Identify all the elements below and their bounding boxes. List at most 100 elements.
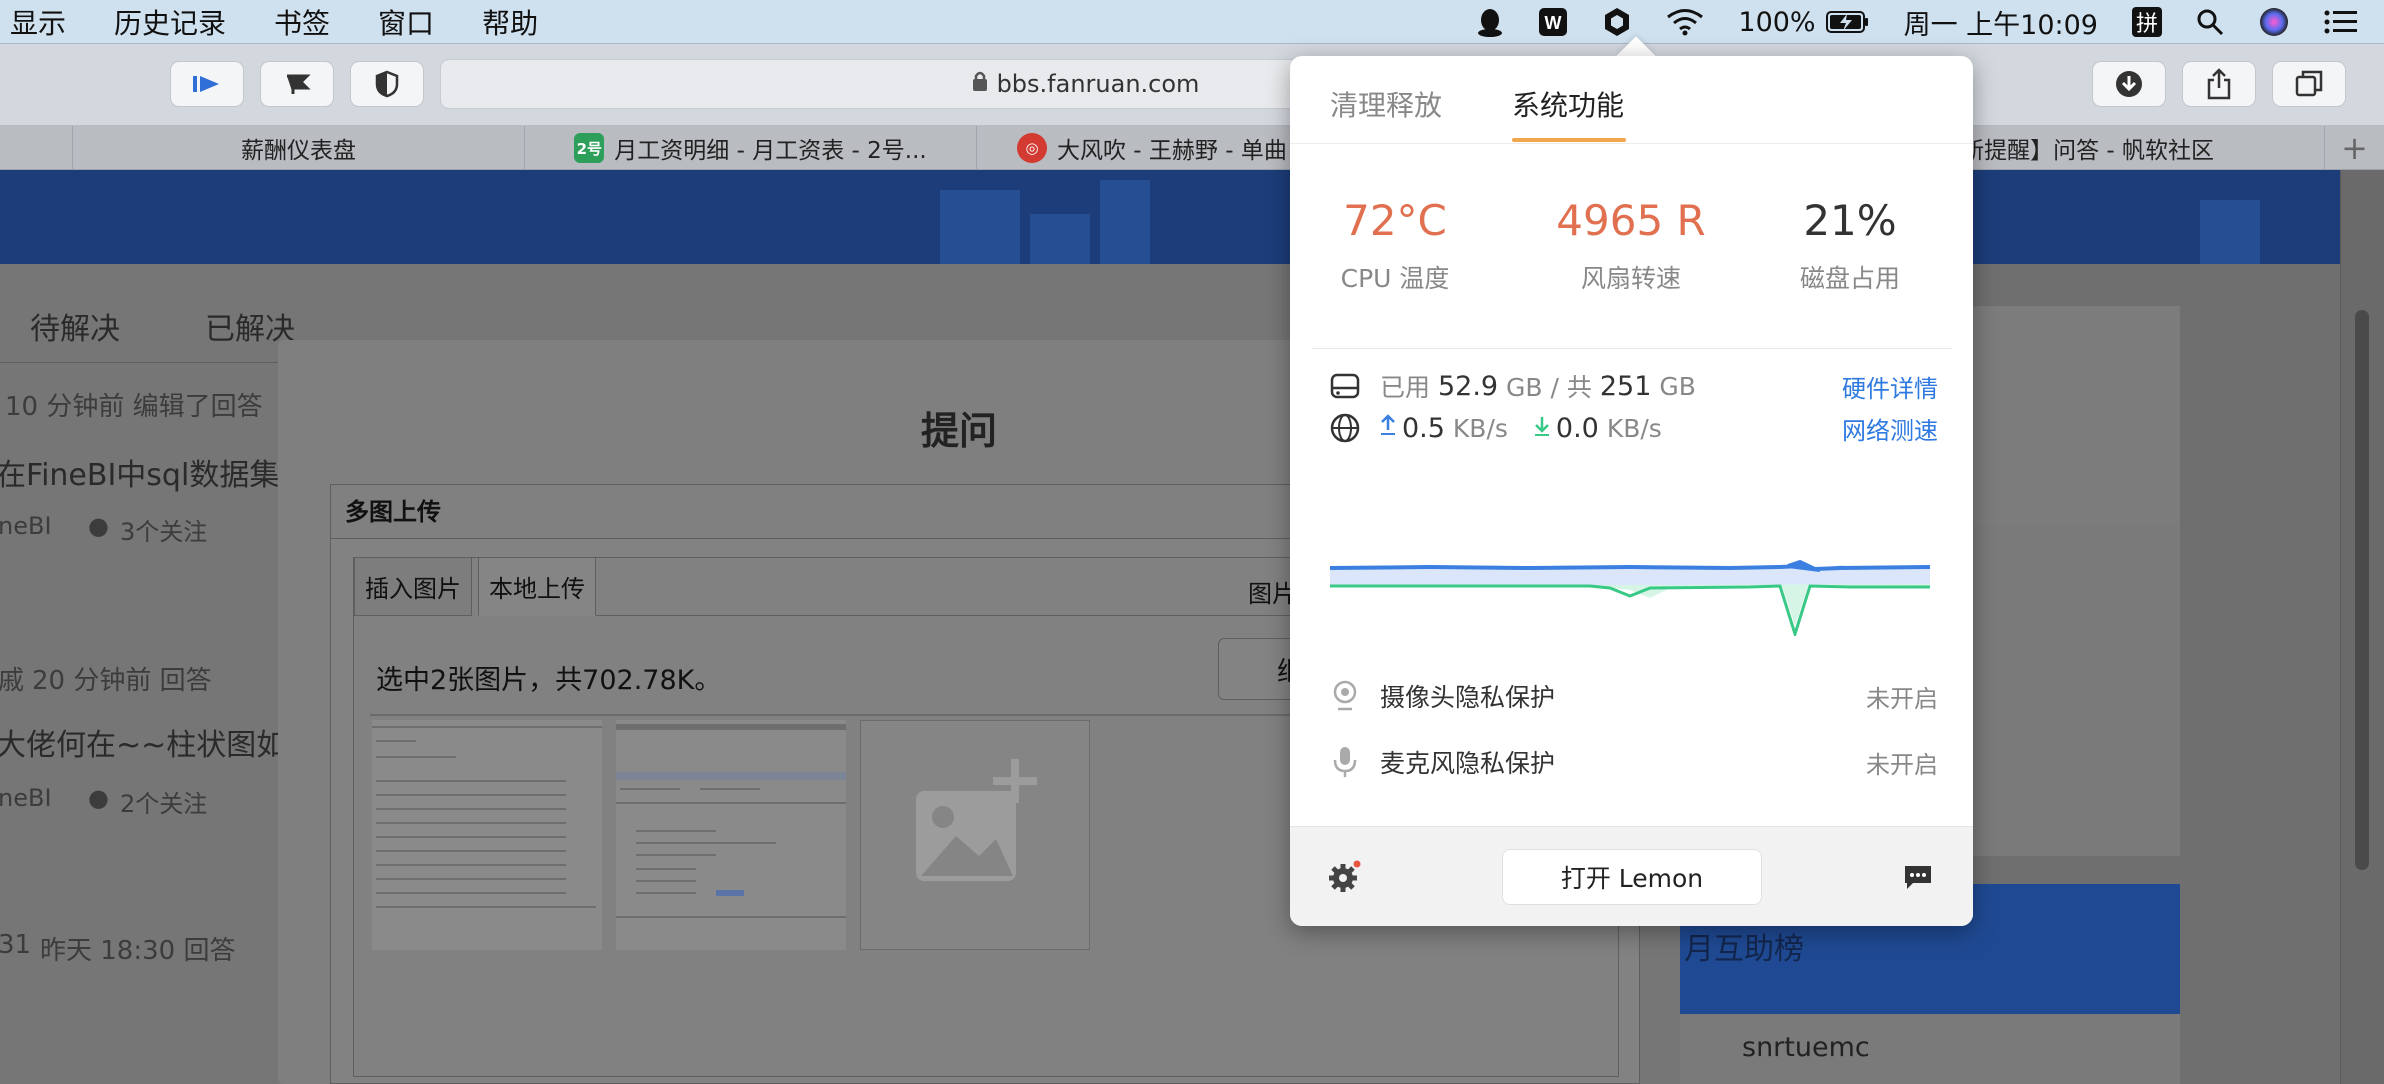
upload-summary: 选中2张图片，共702.78K。 <box>376 665 722 696</box>
browser-toolbar: bbs.fanruan.com <box>0 44 2384 126</box>
rank-list: snrtuemc <box>1680 1014 2180 1084</box>
download-speed: 0.0 <box>1555 412 1599 444</box>
wifi-icon[interactable] <box>1666 8 1704 36</box>
tab-monthly-salary[interactable]: 2号 月工资明细 - 月工资表 - 2号... <box>524 126 976 170</box>
uploaded-image-thumb[interactable] <box>616 720 846 950</box>
webcam-icon <box>1328 679 1362 713</box>
fan-speed-stat: 4965 R 风扇转速 <box>1531 196 1731 295</box>
menu-window[interactable]: 窗口 <box>378 2 434 42</box>
rank-user[interactable]: snrtuemc <box>1742 1032 1870 1063</box>
globe-icon <box>1328 411 1362 445</box>
cpu-temp-label: CPU 温度 <box>1340 264 1450 293</box>
wps-icon[interactable]: W <box>1538 7 1568 37</box>
settings-gear-icon[interactable] <box>1328 859 1362 897</box>
cpu-temp-value: 72°C <box>1343 196 1447 245</box>
lemon-tabs: 清理释放 系统功能 <box>1290 56 1973 144</box>
lemon-icon[interactable] <box>1602 6 1632 38</box>
fan-speed-label: 风扇转速 <box>1580 264 1681 293</box>
clock[interactable]: 周一 上午10:09 <box>1904 3 2098 42</box>
url-text: bbs.fanruan.com <box>996 70 1200 98</box>
user-icon: ● <box>88 784 109 812</box>
camera-privacy-row[interactable]: 摄像头隐私保护 未开启 <box>1328 674 1938 718</box>
site-banner <box>0 170 2340 264</box>
downloads-button[interactable] <box>2092 61 2166 107</box>
scrollbar-thumb[interactable] <box>2355 310 2369 870</box>
menu-history[interactable]: 历史记录 <box>114 2 226 42</box>
open-lemon-button[interactable]: 打开 Lemon <box>1502 849 1762 905</box>
lemon-footer: 打开 Lemon <box>1290 826 1973 926</box>
upload-speed: 0.5 <box>1402 412 1445 444</box>
download-icon <box>2116 71 2142 97</box>
network-speedtest-link[interactable]: 网络测速 <box>1842 411 1938 446</box>
tab-system-functions[interactable]: 系统功能 <box>1512 84 1624 124</box>
add-image-placeholder[interactable] <box>860 720 1090 950</box>
menu-bar: 显示 历史记录 书签 窗口 帮助 W 100% 周一 上午10:09 拼 <box>0 0 2384 44</box>
post-meta: 10 分钟前 编辑了回答 <box>5 392 263 422</box>
hard-drive-icon <box>1328 369 1362 403</box>
disk-row: 已用 52.9 GB / 共 251 GB 硬件详情 <box>1328 366 1938 406</box>
fan-speed-value: 4965 R <box>1556 196 1706 245</box>
post-title[interactable]: 大佬何在~~柱状图如何 <box>0 720 316 764</box>
tab-overview-button[interactable] <box>2272 61 2346 107</box>
input-method-icon[interactable]: 拼 <box>2132 7 2162 37</box>
hardware-details-link[interactable]: 硬件详情 <box>1842 369 1938 404</box>
menu-extras: W 100% 周一 上午10:09 拼 <box>1476 0 2384 44</box>
mic-privacy-row[interactable]: 麦克风隐私保护 未开启 <box>1328 740 1938 784</box>
uploaded-image-thumb[interactable] <box>372 720 602 950</box>
image-label: 图片 <box>1248 580 1296 608</box>
battery-percent: 100% <box>1738 6 1816 38</box>
post-title[interactable]: 在FineBI中sql数据集 <box>0 450 279 494</box>
post-meta: 20 分钟前 回答 <box>32 666 212 696</box>
mic-privacy-label: 麦克风隐私保护 <box>1380 749 1556 778</box>
divider <box>1312 348 1952 349</box>
camera-privacy-label: 摄像头隐私保护 <box>1380 683 1556 712</box>
tabs-icon <box>2295 70 2323 97</box>
svg-text:W: W <box>1545 13 1562 33</box>
user-icon: ● <box>88 512 109 540</box>
disk-usage-value: 21% <box>1803 196 1897 245</box>
network-row: 0.5 KB/s 0.0 KB/s 网络测速 <box>1328 408 1938 448</box>
plus-icon: + <box>2341 129 2368 167</box>
back-button[interactable] <box>260 61 334 107</box>
tab-local-upload[interactable]: 本地上传 <box>478 558 596 616</box>
menu-help[interactable]: 帮助 <box>482 2 538 42</box>
2hao-favicon: 2号 <box>574 133 605 163</box>
upload-arrow-icon <box>1380 414 1396 442</box>
spotlight-search-icon[interactable] <box>2196 8 2224 36</box>
filter-tab-pending[interactable]: 待解决 <box>30 304 120 348</box>
post-tag[interactable]: neBI <box>0 512 52 540</box>
qq-icon[interactable] <box>1476 7 1504 37</box>
microphone-icon <box>1328 745 1362 779</box>
post-author: 31 <box>0 930 32 960</box>
download-arrow-icon <box>1534 414 1550 443</box>
lemon-popover: 清理释放 系统功能 72°C CPU 温度 4965 R 风扇转速 21% 磁盘… <box>1290 56 1973 926</box>
disk-used: 52.9 <box>1437 370 1499 402</box>
rank-title: 月互助榜 <box>1684 932 1804 967</box>
follow-count: 3个关注 <box>120 518 208 546</box>
share-icon <box>2207 68 2231 100</box>
shield-button[interactable] <box>350 61 424 107</box>
page-scrollbar[interactable] <box>2340 170 2384 1084</box>
menu-bookmarks[interactable]: 书签 <box>274 2 330 42</box>
tab-insert-image[interactable]: 插入图片 <box>354 558 472 616</box>
notification-center-icon[interactable] <box>2324 9 2358 35</box>
sidebar-toggle-button[interactable] <box>170 61 244 107</box>
tab-cleanup[interactable]: 清理释放 <box>1330 84 1442 124</box>
post-author: 戚 <box>0 666 25 696</box>
mic-privacy-state: 未开启 <box>1866 750 1938 779</box>
disk-usage-stat: 21% 磁盘占用 <box>1750 196 1950 295</box>
new-tab-button[interactable]: + <box>2324 126 2384 170</box>
flag-back-icon <box>287 74 311 94</box>
share-button[interactable] <box>2182 61 2256 107</box>
network-traffic-graph <box>1330 559 1930 636</box>
menu-view[interactable]: 显示 <box>10 2 66 42</box>
tab-salary-dashboard[interactable]: 薪酬仪表盘 <box>72 126 524 170</box>
camera-privacy-state: 未开启 <box>1866 684 1938 713</box>
sidebar-icon <box>193 76 219 92</box>
lock-icon <box>971 70 989 98</box>
post-tag[interactable]: neBI <box>0 784 52 812</box>
tab-bar: 薪酬仪表盘 2号 月工资明细 - 月工资表 - 2号... ◎ 大风吹 - 王赫… <box>0 126 2384 170</box>
siri-icon[interactable] <box>2258 6 2290 38</box>
feedback-chat-icon[interactable] <box>1903 863 1933 895</box>
battery-icon[interactable] <box>1825 10 1870 34</box>
